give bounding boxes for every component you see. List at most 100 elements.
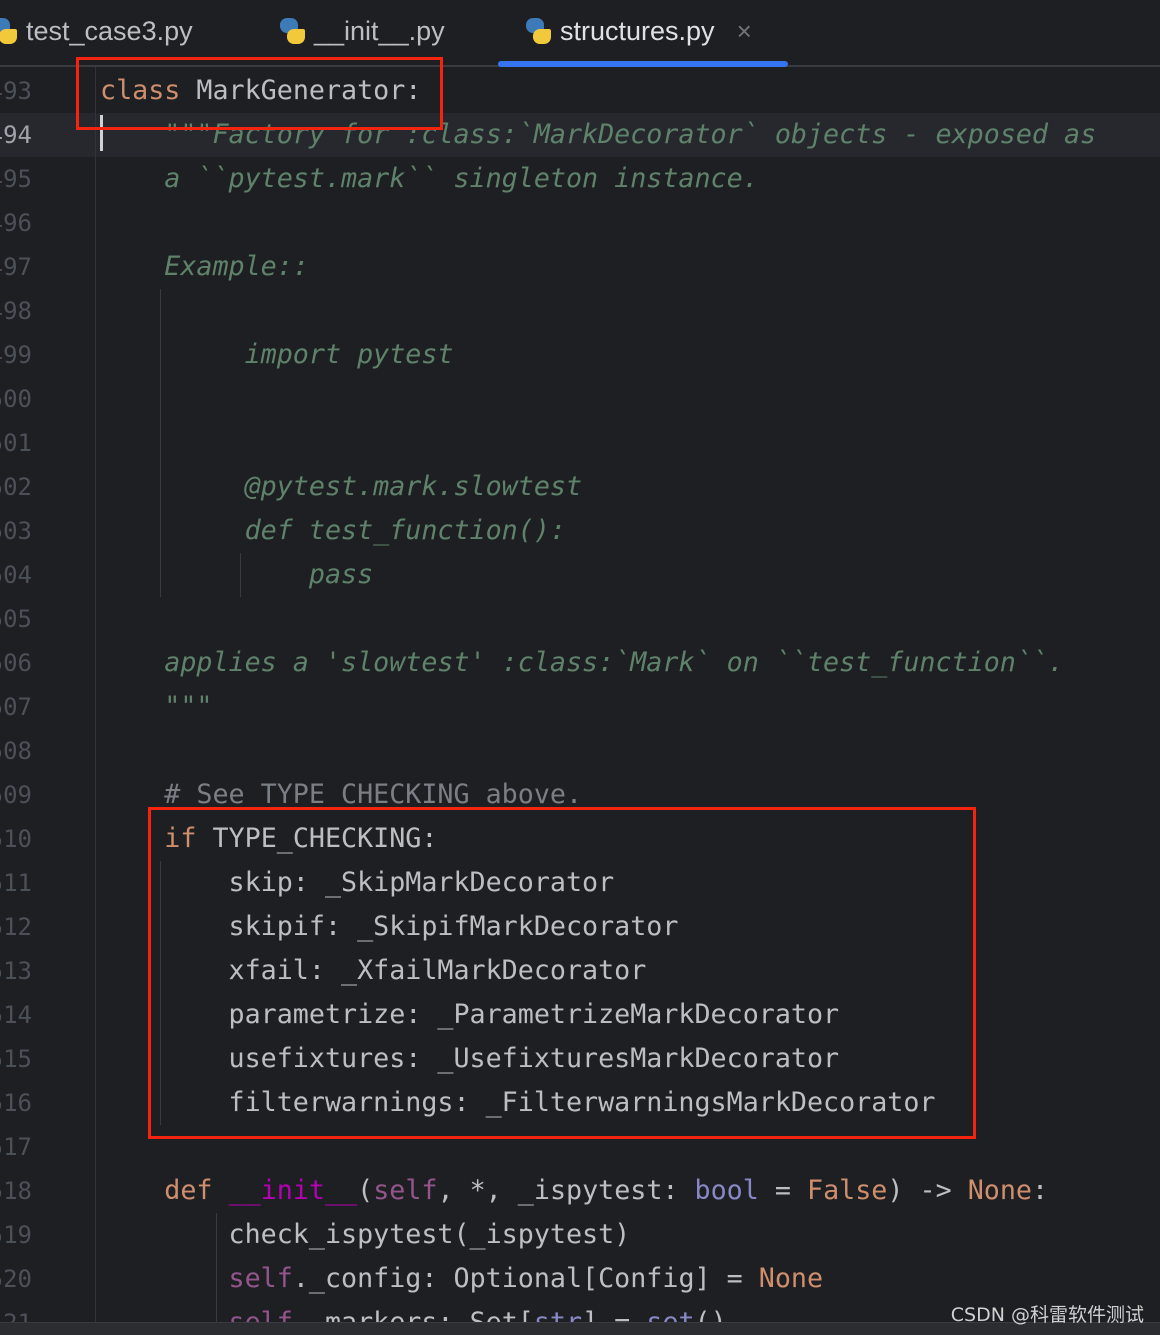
line-number: 519 bbox=[0, 1221, 32, 1249]
code-line[interactable]: 494 """Factory for :class:`MarkDecorator… bbox=[0, 113, 1160, 157]
code-token: ] = bbox=[582, 1307, 646, 1322]
line-number: 518 bbox=[0, 1177, 32, 1205]
code-token: TYPE_CHECKING: bbox=[196, 823, 438, 854]
line-number: 512 bbox=[0, 913, 32, 941]
code-token: xfail: _XfailMarkDecorator bbox=[100, 955, 647, 986]
code-line[interactable]: 517 bbox=[0, 1125, 1160, 1169]
line-number: 495 bbox=[0, 165, 32, 193]
code-line[interactable]: 503 def test_function(): bbox=[0, 509, 1160, 553]
tab-label: __init__.py bbox=[314, 15, 445, 46]
line-number: 508 bbox=[0, 737, 32, 765]
code-token: """Factory for :class:`MarkDecorator` ob… bbox=[100, 119, 1097, 150]
line-number: 493 bbox=[0, 77, 32, 105]
code-line[interactable]: 505 bbox=[0, 597, 1160, 641]
line-number: 501 bbox=[0, 429, 32, 457]
code-token: # See TYPE_CHECKING above. bbox=[100, 779, 583, 810]
code-text: a ``pytest.mark`` singleton instance. bbox=[100, 157, 759, 201]
code-token: self bbox=[229, 1307, 293, 1322]
code-text: import pytest bbox=[100, 333, 454, 377]
code-text: Example:: bbox=[100, 245, 309, 289]
code-line[interactable]: 501 bbox=[0, 421, 1160, 465]
code-line[interactable]: 508 bbox=[0, 729, 1160, 773]
code-line[interactable]: 509 # See TYPE_CHECKING above. bbox=[0, 773, 1160, 817]
code-token: bool bbox=[694, 1175, 759, 1206]
code-token: None bbox=[967, 1175, 1032, 1206]
line-number: 502 bbox=[0, 473, 32, 501]
code-line[interactable]: 519 check_ispytest(_ispytest) bbox=[0, 1213, 1160, 1257]
line-number: 505 bbox=[0, 605, 32, 633]
code-line[interactable]: 507 """ bbox=[0, 685, 1160, 729]
code-line[interactable]: 504 pass bbox=[0, 553, 1160, 597]
code-line[interactable]: 520 self._config: Optional[Config] = Non… bbox=[0, 1257, 1160, 1301]
code-text: filterwarnings: _FilterwarningsMarkDecor… bbox=[100, 1081, 936, 1125]
code-token: False bbox=[807, 1175, 888, 1206]
code-text: applies a 'slowtest' :class:`Mark` on ``… bbox=[100, 641, 1064, 685]
code-text: skip: _SkipMarkDecorator bbox=[100, 861, 615, 905]
tab-label: structures.py bbox=[560, 15, 715, 46]
code-line[interactable]: 513 xfail: _XfailMarkDecorator bbox=[0, 949, 1160, 993]
code-token: ._config: Optional[Config] = bbox=[292, 1263, 759, 1294]
code-text: if TYPE_CHECKING: bbox=[100, 817, 437, 861]
line-number: 500 bbox=[0, 385, 32, 413]
code-token: @pytest.mark.slowtest bbox=[100, 471, 583, 502]
indent-guide bbox=[240, 553, 241, 597]
code-text: def test_function(): bbox=[100, 509, 566, 553]
code-text: xfail: _XfailMarkDecorator bbox=[100, 949, 647, 993]
tab-structures[interactable]: structures.py × bbox=[524, 0, 752, 62]
code-token: , *, _ispytest: bbox=[437, 1175, 695, 1206]
code-text: pass bbox=[100, 553, 373, 597]
line-number: 514 bbox=[0, 1001, 32, 1029]
indent-guide bbox=[216, 1213, 217, 1322]
line-number: 521 bbox=[0, 1301, 32, 1322]
line-number: 510 bbox=[0, 825, 32, 853]
code-token: applies a 'slowtest' :class:`Mark` on ``… bbox=[100, 647, 1065, 678]
code-token: ) -> bbox=[887, 1175, 968, 1206]
code-line[interactable]: 497 Example:: bbox=[0, 245, 1160, 289]
code-token: usefixtures: _UsefixturesMarkDecorator bbox=[100, 1043, 840, 1074]
code-token: Example:: bbox=[100, 251, 309, 282]
line-number: 497 bbox=[0, 253, 32, 281]
code-token: """ bbox=[100, 691, 213, 722]
line-number: 509 bbox=[0, 781, 32, 809]
code-text: class MarkGenerator: bbox=[100, 69, 421, 113]
code-line[interactable]: 493 class MarkGenerator: bbox=[0, 69, 1160, 113]
code-text: # See TYPE_CHECKING above. bbox=[100, 773, 582, 817]
close-tab-icon[interactable]: × bbox=[737, 16, 752, 47]
line-number: 506 bbox=[0, 649, 32, 677]
code-token: class bbox=[100, 75, 181, 106]
code-line[interactable]: 518 def __init__(self, *, _ispytest: boo… bbox=[0, 1169, 1160, 1213]
code-token: str bbox=[534, 1307, 582, 1322]
code-text: usefixtures: _UsefixturesMarkDecorator bbox=[100, 1037, 840, 1081]
code-line[interactable]: 515 usefixtures: _UsefixturesMarkDecorat… bbox=[0, 1037, 1160, 1081]
code-line[interactable]: 512 skipif: _SkipifMarkDecorator bbox=[0, 905, 1160, 949]
line-number: 496 bbox=[0, 209, 32, 237]
code-token: ._markers: Set[ bbox=[293, 1307, 534, 1322]
python-icon bbox=[0, 17, 18, 45]
code-line[interactable]: 496 bbox=[0, 201, 1160, 245]
tab-init[interactable]: __init__.py bbox=[278, 0, 445, 62]
code-token: if bbox=[164, 823, 197, 854]
line-number: 504 bbox=[0, 561, 32, 589]
code-token: self bbox=[373, 1175, 438, 1206]
code-editor[interactable]: 493 class MarkGenerator:494 """Factory fo… bbox=[0, 67, 1160, 1322]
code-token: pass bbox=[100, 559, 374, 590]
watermark: CSDN @科雷软件测试 bbox=[950, 1304, 1144, 1326]
code-line[interactable]: 502 @pytest.mark.slowtest bbox=[0, 465, 1160, 509]
tab-test-case3[interactable]: test_case3.py bbox=[0, 0, 193, 62]
line-number: 513 bbox=[0, 957, 32, 985]
code-line[interactable]: 498 bbox=[0, 289, 1160, 333]
code-line[interactable]: 514 parametrize: _ParametrizeMarkDecorat… bbox=[0, 993, 1160, 1037]
line-number: 503 bbox=[0, 517, 32, 545]
code-text: """Factory for :class:`MarkDecorator` ob… bbox=[100, 113, 1096, 157]
code-line[interactable]: 495 a ``pytest.mark`` singleton instance… bbox=[0, 157, 1160, 201]
code-line[interactable]: 500 bbox=[0, 377, 1160, 421]
code-line[interactable]: 499 import pytest bbox=[0, 333, 1160, 377]
code-line[interactable]: 511 skip: _SkipMarkDecorator bbox=[0, 861, 1160, 905]
code-line[interactable]: 506 applies a 'slowtest' :class:`Mark` o… bbox=[0, 641, 1160, 685]
code-line[interactable]: 510 if TYPE_CHECKING: bbox=[0, 817, 1160, 861]
code-line[interactable]: 516 filterwarnings: _FilterwarningsMarkD… bbox=[0, 1081, 1160, 1125]
